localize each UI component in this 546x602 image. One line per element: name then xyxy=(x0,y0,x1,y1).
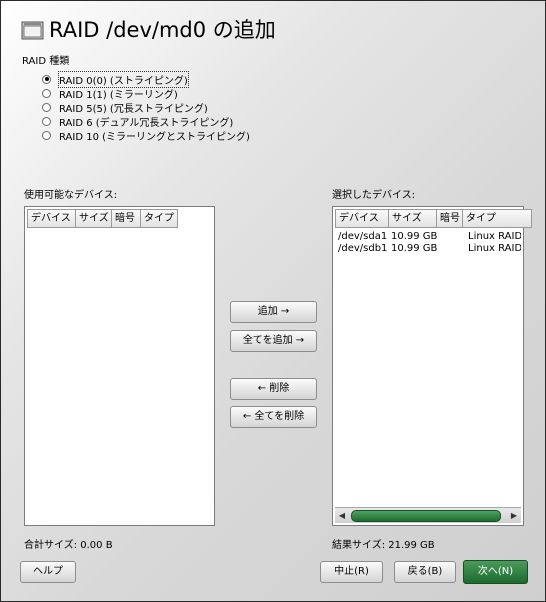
radio-label-raid10: RAID 10 (ミラーリングとストライピング) xyxy=(59,131,250,143)
table-row[interactable]: /dev/sda1 10.99 GB Linux RAID xyxy=(335,231,521,243)
radio-label-raid0: RAID 0(0) (ストライピング) xyxy=(58,70,189,88)
radio-button-raid6[interactable] xyxy=(42,116,51,126)
next-button[interactable]: 次へ(N) xyxy=(463,560,528,584)
radio-raid10[interactable]: RAID 10 (ミラーリングとストライピング) xyxy=(42,128,250,143)
table-row[interactable]: /dev/sdb1 10.99 GB Linux RAID xyxy=(335,243,521,255)
type-cell: Linux RAID xyxy=(468,243,521,254)
radio-label-raid1: RAID 1(1) (ミラーリング) xyxy=(59,89,178,101)
column-header-device[interactable]: デバイス xyxy=(335,209,389,228)
selected-devices-label: 選択したデバイス: xyxy=(332,190,416,201)
column-header-device[interactable]: デバイス xyxy=(27,209,76,228)
radio-button-raid5[interactable] xyxy=(42,102,51,112)
encryption-cell xyxy=(438,231,465,243)
scroll-right-arrow-icon[interactable]: ▶ xyxy=(507,508,521,523)
size-cell: 10.99 GB xyxy=(391,231,438,242)
type-cell: Linux RAID xyxy=(468,231,521,242)
size-cell: 10.99 GB xyxy=(391,243,438,254)
remove-all-button[interactable]: ← 全てを削除 xyxy=(230,406,317,428)
scroll-thumb[interactable] xyxy=(351,510,501,522)
radio-raid0[interactable]: RAID 0(0) (ストライピング) xyxy=(42,70,250,88)
remove-button[interactable]: ← 削除 xyxy=(230,378,317,400)
available-table-header: デバイス サイズ 暗号 タイプ xyxy=(27,209,212,228)
device-cell: /dev/sda1 xyxy=(338,231,388,242)
column-header-encryption[interactable]: 暗号 xyxy=(436,209,463,228)
raid-dialog-window: RAID /dev/md0 の追加 RAID 種類 RAID 0(0) (ストラ… xyxy=(0,0,546,602)
page-title: RAID /dev/md0 の追加 xyxy=(49,18,276,42)
raid-type-label: RAID 種類 xyxy=(22,56,70,67)
radio-button-raid0[interactable] xyxy=(42,74,51,84)
radio-button-raid1[interactable] xyxy=(42,88,51,98)
column-header-type[interactable]: タイプ xyxy=(140,209,178,228)
encryption-cell xyxy=(438,243,465,255)
radio-label-raid6: RAID 6 (デュアル冗長ストライピング) xyxy=(59,117,234,129)
column-header-size[interactable]: サイズ xyxy=(388,209,437,228)
abort-button[interactable]: 中止(R) xyxy=(320,561,383,583)
column-header-type[interactable]: タイプ xyxy=(462,209,532,228)
available-devices-table[interactable]: デバイス サイズ 暗号 タイプ xyxy=(24,206,215,526)
horizontal-scrollbar[interactable]: ◀ ▶ xyxy=(335,507,521,523)
radio-label-raid5: RAID 5(5) (冗長ストライピング) xyxy=(59,103,208,115)
total-size-label: 合計サイズ: 0.00 B xyxy=(24,540,113,551)
radio-raid5[interactable]: RAID 5(5) (冗長ストライピング) xyxy=(42,100,250,115)
result-size-label: 結果サイズ: 21.99 GB xyxy=(332,540,435,551)
device-cell: /dev/sdb1 xyxy=(338,243,388,254)
selected-devices-table[interactable]: デバイス サイズ 暗号 タイプ /dev/sda1 10.99 GB Linux… xyxy=(332,206,532,526)
window-frame-icon xyxy=(21,19,45,41)
selected-table-header: デバイス サイズ 暗号 タイプ xyxy=(335,209,535,228)
help-button[interactable]: ヘルプ xyxy=(20,561,76,583)
back-button[interactable]: 戻る(B) xyxy=(394,561,456,583)
add-all-button[interactable]: 全てを追加 → xyxy=(230,330,317,352)
radio-raid1[interactable]: RAID 1(1) (ミラーリング) xyxy=(42,86,250,101)
raid-type-radio-group: RAID 0(0) (ストライピング) RAID 1(1) (ミラーリング) R… xyxy=(42,70,250,143)
available-devices-label: 使用可能なデバイス: xyxy=(24,190,118,201)
column-header-encryption[interactable]: 暗号 xyxy=(111,209,141,228)
scroll-left-arrow-icon[interactable]: ◀ xyxy=(335,508,349,523)
add-button[interactable]: 追加 → xyxy=(230,301,317,323)
radio-button-raid10[interactable] xyxy=(42,130,51,140)
radio-raid6[interactable]: RAID 6 (デュアル冗長ストライピング) xyxy=(42,114,250,129)
column-header-size[interactable]: サイズ xyxy=(75,209,112,228)
